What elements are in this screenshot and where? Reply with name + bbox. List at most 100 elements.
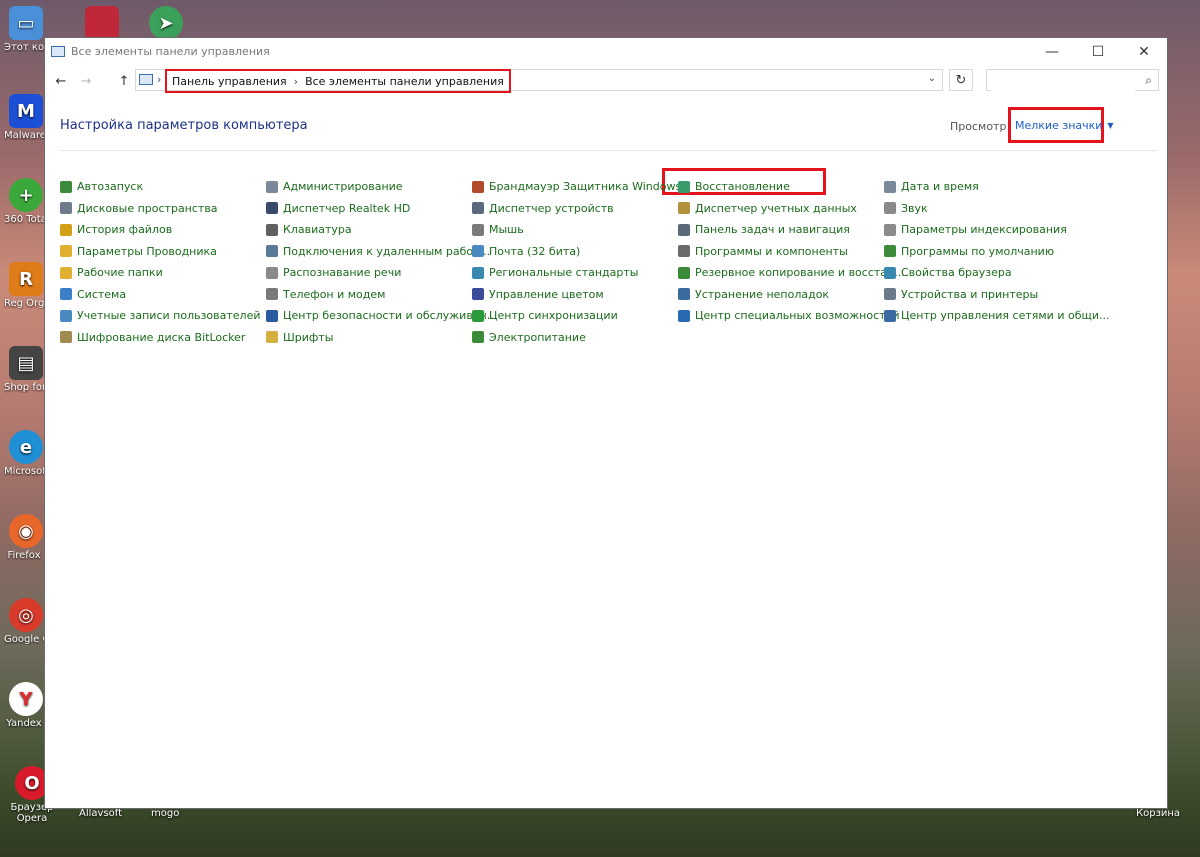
item-label: Параметры индексирования: [901, 223, 1067, 237]
cp-item-security-maintenance[interactable]: Центр безопасности и обслуживан...: [266, 305, 497, 327]
cp-item-keyboard[interactable]: Клавиатура: [266, 219, 497, 241]
cp-item-indexing-options[interactable]: Параметры индексирования: [884, 219, 1110, 241]
item-label: Программы и компоненты: [695, 244, 848, 258]
back-button[interactable]: ←: [51, 71, 71, 91]
cp-item-fonts[interactable]: Шрифты: [266, 327, 497, 349]
desktop-icon-edge[interactable]: e Microsoft Edge: [4, 430, 48, 477]
reg-organizer-icon: R: [9, 262, 43, 296]
cp-item-ease-of-access[interactable]: Центр специальных возможностей: [678, 305, 905, 327]
item-label: Параметры Проводника: [77, 244, 217, 258]
cp-item-administrative-tools[interactable]: Администрирование: [266, 176, 497, 198]
globe-icon: [472, 266, 484, 279]
desktop-icon-this-pc[interactable]: ▭ Этот компьютер: [4, 6, 48, 53]
item-label: Распознавание речи: [283, 266, 402, 280]
forward-button[interactable]: →: [76, 71, 96, 91]
desktop-icon-label: Этот компьютер: [4, 42, 44, 53]
cp-item-phone-modem[interactable]: Телефон и модем: [266, 284, 497, 306]
control-panel-icon: [139, 74, 153, 85]
desktop-icon-reg-organizer[interactable]: R Reg Organizer: [4, 262, 48, 309]
cp-item-mail[interactable]: Почта (32 бита): [472, 241, 681, 263]
cp-item-devices-printers[interactable]: Устройства и принтеры: [884, 284, 1110, 306]
cp-item-color-management[interactable]: Управление цветом: [472, 284, 681, 306]
control-panel-icon: [51, 46, 65, 57]
desktop-icon-360-security[interactable]: + 360 Total Security: [4, 178, 48, 225]
cp-item-file-history[interactable]: История файлов: [60, 219, 261, 241]
item-label: Мышь: [489, 223, 524, 237]
cp-item-bitlocker[interactable]: Шифрование диска BitLocker: [60, 327, 261, 349]
keyboard-icon: [266, 223, 278, 236]
cp-item-region[interactable]: Региональные стандарты: [472, 262, 681, 284]
desktop-label-allavsoft[interactable]: Allavsoft: [79, 808, 122, 819]
desktop-icon-yandex[interactable]: Y Yandex: [4, 682, 48, 729]
desktop-icon-label: Malwarebytes: [4, 130, 44, 141]
address-bar[interactable]: › Панель управления › Все элементы панел…: [135, 69, 943, 93]
item-label: Электропитание: [489, 330, 586, 344]
clock-icon: [884, 180, 896, 193]
item-label: Брандмауэр Защитника Windows: [489, 180, 682, 194]
item-label: Центр безопасности и обслуживан...: [283, 309, 498, 323]
cp-item-default-programs[interactable]: Программы по умолчанию: [884, 241, 1110, 263]
search-box[interactable]: ⌕: [986, 69, 1159, 91]
window-title: Все элементы панели управления: [71, 45, 270, 58]
cp-item-user-accounts[interactable]: Учетные записи пользователей: [60, 305, 261, 327]
view-by-value[interactable]: Мелкие значки: [1015, 119, 1102, 132]
ease-of-access-icon: [678, 309, 690, 322]
cp-item-realtek-hd[interactable]: Диспетчер Realtek HD: [266, 198, 497, 220]
cp-item-programs-features[interactable]: Программы и компоненты: [678, 241, 905, 263]
cp-item-sync-center[interactable]: Центр синхронизации: [472, 305, 681, 327]
cp-item-remoteapp[interactable]: Подключения к удаленным рабоч...: [266, 241, 497, 263]
cp-item-explorer-options[interactable]: Параметры Проводника: [60, 241, 261, 263]
item-label: Диспетчер учетных данных: [695, 201, 857, 215]
cp-item-backup-restore[interactable]: Резервное копирование и восстан...: [678, 262, 905, 284]
cp-item-date-time[interactable]: Дата и время: [884, 176, 1110, 198]
items-column-4: Восстановление Диспетчер учетных данных …: [678, 176, 905, 327]
printer-shop-icon: ▤: [9, 346, 43, 380]
cp-item-device-manager[interactable]: Диспетчер устройств: [472, 198, 681, 220]
search-input[interactable]: [991, 71, 1135, 91]
chevron-right-icon[interactable]: ›: [157, 73, 161, 86]
desktop-icon-firefox[interactable]: ◉ Firefox: [4, 514, 48, 561]
maximize-button[interactable]: ☐: [1075, 38, 1121, 65]
cp-item-internet-options[interactable]: Свойства браузера: [884, 262, 1110, 284]
desktop-icon-chrome[interactable]: ◎ Google Chrome: [4, 598, 48, 645]
item-label: Региональные стандарты: [489, 266, 639, 280]
chevron-down-icon[interactable]: ⌄: [928, 73, 936, 84]
cp-item-network-sharing[interactable]: Центр управления сетями и общи...: [884, 305, 1110, 327]
title-bar[interactable]: Все элементы панели управления — ☐ ✕: [45, 38, 1167, 65]
cp-item-storage-spaces[interactable]: Дисковые пространства: [60, 198, 261, 220]
address-bar-row: ← → ↑ › Панель управления › Все элементы…: [45, 69, 1167, 93]
cp-item-taskbar-navigation[interactable]: Панель задач и навигация: [678, 219, 905, 241]
cp-item-speech-recognition[interactable]: Распознавание речи: [266, 262, 497, 284]
cp-item-power-options[interactable]: Электропитание: [472, 327, 681, 349]
view-by-dropdown[interactable]: Мелкие значки ▼: [1008, 107, 1114, 143]
realtek-audio-icon: [266, 202, 278, 215]
yandex-icon: Y: [9, 682, 43, 716]
work-folders-icon: [60, 266, 72, 279]
desktop-icon-malwarebytes[interactable]: M Malwarebytes: [4, 94, 48, 141]
cp-item-work-folders[interactable]: Рабочие папки: [60, 262, 261, 284]
programs-icon: [678, 245, 690, 258]
storage-spaces-icon: [60, 202, 72, 215]
cp-item-system[interactable]: Система: [60, 284, 261, 306]
cp-item-troubleshooting[interactable]: Устранение неполадок: [678, 284, 905, 306]
chevron-right-icon[interactable]: ›: [294, 75, 298, 88]
desktop-label-mogo[interactable]: mogo: [151, 808, 179, 819]
item-label: Панель задач и навигация: [695, 223, 850, 237]
cp-item-sound[interactable]: Звук: [884, 198, 1110, 220]
desktop-label-recycle-bin[interactable]: Корзина: [1136, 808, 1180, 819]
breadcrumb-control-panel[interactable]: Панель управления: [172, 75, 287, 88]
breadcrumb-all-items[interactable]: Все элементы панели управления: [305, 75, 504, 88]
refresh-button[interactable]: ↻: [949, 69, 973, 91]
close-button[interactable]: ✕: [1121, 38, 1167, 65]
up-button[interactable]: ↑: [114, 71, 134, 91]
minimize-button[interactable]: —: [1029, 38, 1075, 65]
cp-item-credential-manager[interactable]: Диспетчер учетных данных: [678, 198, 905, 220]
cp-item-recovery[interactable]: Восстановление: [678, 176, 905, 198]
caret-down-icon[interactable]: ▼: [1107, 121, 1113, 130]
cp-item-firewall[interactable]: Брандмауэр Защитника Windows: [472, 176, 681, 198]
desktop-icon-shop-supplies[interactable]: ▤ Shop for Supplies: [4, 346, 48, 393]
search-icon[interactable]: ⌕: [1145, 73, 1152, 88]
item-label: Администрирование: [283, 180, 403, 194]
cp-item-autoplay[interactable]: Автозапуск: [60, 176, 261, 198]
cp-item-mouse[interactable]: Мышь: [472, 219, 681, 241]
